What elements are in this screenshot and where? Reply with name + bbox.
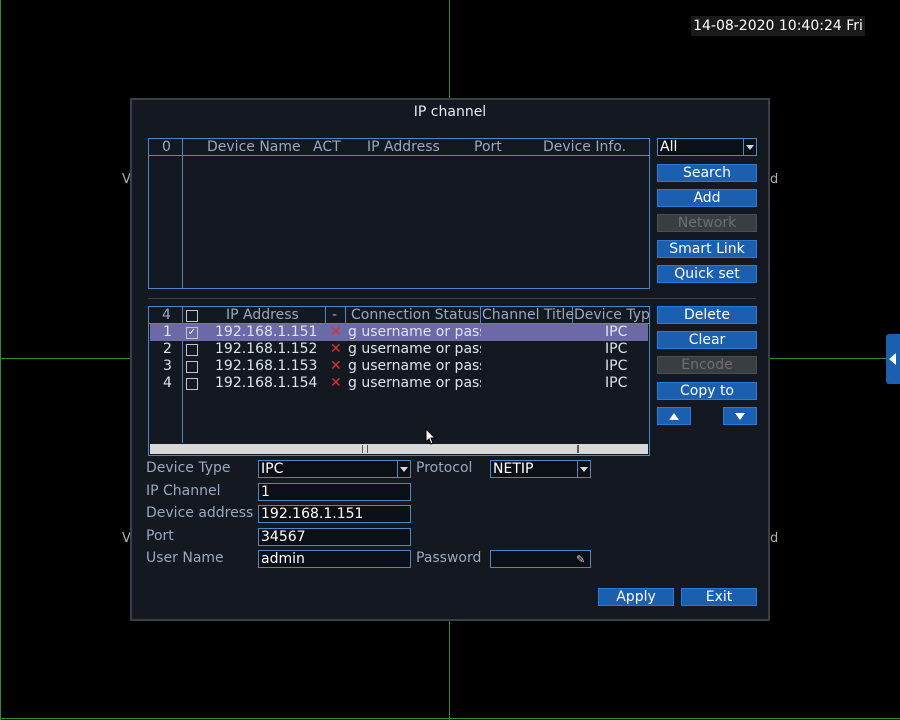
channel-col-divider-3 [345,307,346,323]
ip-channel-input[interactable]: 1 [258,483,411,501]
scrollbar-thumb-grip [362,445,368,453]
move-down-button[interactable] [723,407,757,425]
search-col-act[interactable]: ACT [313,139,341,155]
channel-table[interactable]: 4 IP Address - Connection Status Channel… [148,306,650,456]
row-connection-status: g username or pass [348,324,481,340]
select-all-checkbox[interactable] [186,310,198,322]
row-ip-address: 192.168.1.154 [215,375,318,391]
search-results-table[interactable]: 0 Device Name ACT IP Address Port Device… [148,138,650,289]
row-connection-status: g username or pass [348,358,481,374]
row-number: 2 [163,341,172,357]
search-col-device-name[interactable]: Device Name [207,139,301,155]
protocol-select[interactable]: NETIP [490,460,591,478]
disconnected-icon: ✕ [330,341,342,357]
grid-border-bottom [0,718,900,719]
chevron-down-icon [577,461,590,477]
apply-button[interactable]: Apply [598,588,674,606]
row-checkbox[interactable] [186,361,198,373]
device-type-label: Device Type [146,460,231,476]
search-table-col-divider [182,139,183,288]
chevron-down-icon [397,461,410,477]
table-row[interactable]: 2 192.168.1.152 ✕ g username or pass IPC [150,341,648,358]
channel-col-count: 4 [162,307,171,323]
search-button[interactable]: Search [657,164,757,182]
row-device-type: IPC [605,341,628,357]
row-number: 4 [163,375,172,391]
row-checkbox[interactable] [186,344,198,356]
row-ip-address: 192.168.1.152 [215,341,318,357]
chevron-down-icon [743,139,756,155]
channel-col-connection-status[interactable]: Connection Status [351,307,479,323]
quick-set-button[interactable]: Quick set [657,265,757,283]
channel-col-dash[interactable]: - [332,307,337,323]
arrow-down-icon [735,413,745,420]
section-divider [148,298,756,299]
datetime-display: 14-08-2020 10:40:24 Fri [691,16,865,36]
user-name-input[interactable]: admin [258,550,411,568]
search-col-port[interactable]: Port [474,139,502,155]
horizontal-scrollbar[interactable] [150,444,648,454]
ip-channel-label: IP Channel [146,483,221,499]
encode-button[interactable]: Encode [657,356,757,374]
row-device-type: IPC [605,358,628,374]
search-col-count: 0 [162,139,171,155]
disconnected-icon: ✕ [330,358,342,374]
row-device-type: IPC [605,375,628,391]
row-connection-status: g username or pass [348,341,481,357]
exit-button[interactable]: Exit [681,588,757,606]
table-row[interactable]: 1 ✓ 192.168.1.151 ✕ g username or pass I… [150,324,648,341]
arrow-up-icon [669,413,679,420]
add-button[interactable]: Add [657,189,757,207]
device-type-select[interactable]: IPC [258,460,411,478]
row-checkbox[interactable]: ✓ [186,327,198,339]
protocol-label: Protocol [416,460,473,476]
password-label: Password [416,550,482,566]
protocol-value: NETIP [493,461,534,477]
device-address-input[interactable]: 192.168.1.151 [258,505,411,523]
row-number: 3 [163,358,172,374]
user-name-label: User Name [146,550,224,566]
row-connection-status: g username or pass [348,375,481,391]
row-ip-address: 192.168.1.153 [215,358,318,374]
dialog-title: IP channel [413,104,487,120]
edge-char-right-top: d [770,172,779,187]
row-ip-address: 192.168.1.151 [215,324,318,340]
clear-button[interactable]: Clear [657,331,757,349]
edge-char-right-bottom: d [770,531,779,546]
channel-col-channel-title[interactable]: Channel Title [482,307,574,323]
filter-select[interactable]: All [657,138,757,156]
ip-channel-dialog: IP channel 0 Device Name ACT IP Address … [130,98,770,621]
keyboard-icon[interactable]: ✎ [576,553,585,566]
row-checkbox[interactable] [186,378,198,390]
search-col-ip-address[interactable]: IP Address [367,139,440,155]
device-address-label: Device address [146,505,254,521]
port-label: Port [146,528,174,544]
channel-col-divider-2 [325,307,326,323]
move-up-button[interactable] [657,407,691,425]
search-col-device-info[interactable]: Device Info. [543,139,626,155]
grid-border-left [0,0,1,720]
row-device-type: IPC [605,324,628,340]
port-input[interactable]: 34567 [258,528,411,546]
network-button[interactable]: Network [657,214,757,232]
channel-col-ip-address[interactable]: IP Address [226,307,299,323]
scrollbar-thumb[interactable] [577,445,579,453]
table-row[interactable]: 3 192.168.1.153 ✕ g username or pass IPC [150,358,648,375]
delete-button[interactable]: Delete [657,306,757,324]
table-row[interactable]: 4 192.168.1.154 ✕ g username or pass IPC [150,375,648,392]
channel-col-divider-4 [480,307,481,323]
device-type-value: IPC [261,461,284,477]
mouse-cursor-icon [425,428,437,445]
channel-col-device-type[interactable]: Device Typ [574,307,649,323]
expand-side-panel-button[interactable] [886,334,900,384]
copy-to-button[interactable]: Copy to [657,382,757,400]
filter-select-value: All [660,139,678,155]
disconnected-icon: ✕ [330,375,342,391]
row-number: 1 [163,324,172,340]
disconnected-icon: ✕ [330,324,342,340]
search-table-header-divider [149,155,649,156]
smart-link-button[interactable]: Smart Link [657,240,757,258]
